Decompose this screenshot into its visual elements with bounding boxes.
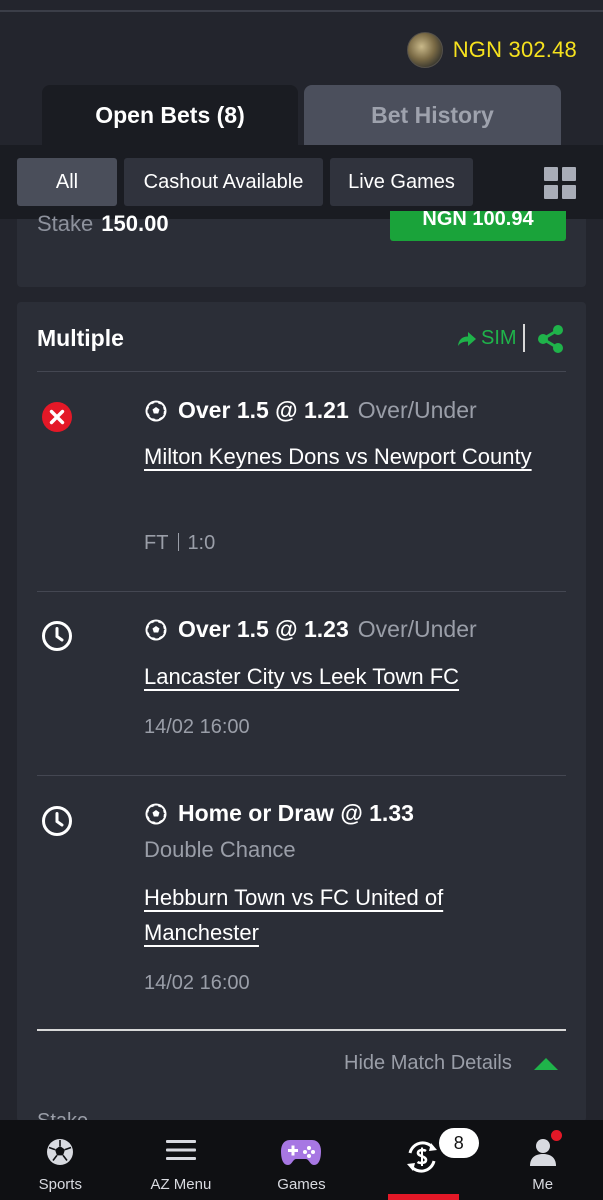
lost-x-icon (42, 402, 72, 432)
selection-line: Over 1.5 @ 1.23 Over/Under (144, 616, 477, 643)
status-bar-divider (0, 0, 603, 12)
cashout-icon (407, 1141, 438, 1173)
selection-line: Home or Draw @ 1.33 (144, 800, 414, 827)
bet-card: Multiple SIM Over 1.5 @ 1.21 Over/Under … (17, 302, 586, 1132)
market-name: Double Chance (144, 837, 296, 862)
football-icon (145, 803, 167, 824)
nav-me[interactable]: Me (482, 1120, 603, 1200)
nav-az-menu[interactable]: AZ Menu (121, 1120, 242, 1200)
match-status: FT 1:0 (144, 532, 216, 554)
gamepad-icon (281, 1140, 322, 1165)
user-icon (529, 1139, 556, 1166)
sim-label: SIM (481, 327, 517, 349)
selection-line: Over 1.5 @ 1.21 Over/Under (144, 397, 477, 424)
sim-button[interactable]: SIM (457, 327, 517, 350)
divider (37, 1029, 566, 1031)
hide-match-details-toggle[interactable]: Hide Match Details (344, 1052, 558, 1075)
bottom-nav: Sports AZ Menu Games 8 Me (0, 1120, 603, 1200)
divider (37, 371, 566, 372)
divider (523, 324, 525, 352)
nav-label: Sports (38, 1176, 82, 1193)
triangle-up-icon (533, 1057, 558, 1070)
clock-icon (42, 806, 72, 836)
match-time: 14/02 16:00 (144, 972, 250, 994)
match-link[interactable]: Lancaster City vs Leek Town FC (144, 659, 544, 694)
football-icon (47, 1139, 74, 1165)
football-icon (145, 619, 167, 640)
nav-label: Me (532, 1176, 554, 1193)
bets-tabs: Open Bets (8) Bet History (42, 85, 561, 145)
selection-odds: Over 1.5 @ 1.21 (178, 397, 349, 423)
avatar[interactable] (406, 32, 443, 68)
filter-live-games[interactable]: Live Games (330, 158, 473, 206)
forward-arrow-icon (458, 331, 476, 346)
filter-cashout-available[interactable]: Cashout Available (124, 158, 323, 206)
tab-bet-history[interactable]: Bet History (304, 85, 561, 145)
filter-bar: All Cashout Available Live Games (0, 145, 603, 219)
match-link[interactable]: Milton Keynes Dons vs Newport County (144, 439, 544, 474)
open-bets-badge: 8 (438, 1128, 479, 1158)
previous-stake: Stake 150.00 (37, 211, 169, 236)
hide-details-label: Hide Match Details (344, 1052, 512, 1074)
divider (37, 775, 566, 776)
menu-icon (165, 1140, 196, 1160)
market-name: Over/Under (357, 397, 477, 423)
nav-label: AZ Menu (150, 1176, 212, 1193)
clock-icon (42, 621, 72, 651)
notification-dot (551, 1130, 563, 1141)
share-icon[interactable] (537, 324, 565, 354)
football-icon (145, 400, 167, 421)
cashout-button[interactable]: NGN 100.94 (390, 211, 566, 241)
tab-open-bets[interactable]: Open Bets (8) (42, 85, 298, 145)
nav-open-bets[interactable]: 8 (362, 1120, 483, 1200)
divider (37, 591, 566, 592)
bet-type-title: Multiple (37, 325, 124, 351)
account-balance[interactable]: NGN 302.48 (406, 32, 577, 68)
grid-view-icon[interactable] (544, 167, 576, 199)
previous-bet-card: Stake 150.00 NGN 100.94 (17, 211, 586, 287)
filter-all[interactable]: All (17, 158, 117, 206)
match-link[interactable]: Hebburn Town vs FC United of Manchester (144, 880, 544, 950)
match-time: 14/02 16:00 (144, 716, 250, 738)
nav-label: Games (277, 1176, 326, 1193)
active-indicator (387, 1194, 459, 1200)
selection-odds: Home or Draw @ 1.33 (178, 800, 414, 826)
market-name: Over/Under (357, 616, 477, 642)
balance-amount: NGN 302.48 (452, 37, 577, 62)
nav-games[interactable]: Games (241, 1120, 362, 1200)
nav-sports[interactable]: Sports (0, 1120, 121, 1200)
selection-odds: Over 1.5 @ 1.23 (178, 616, 349, 642)
